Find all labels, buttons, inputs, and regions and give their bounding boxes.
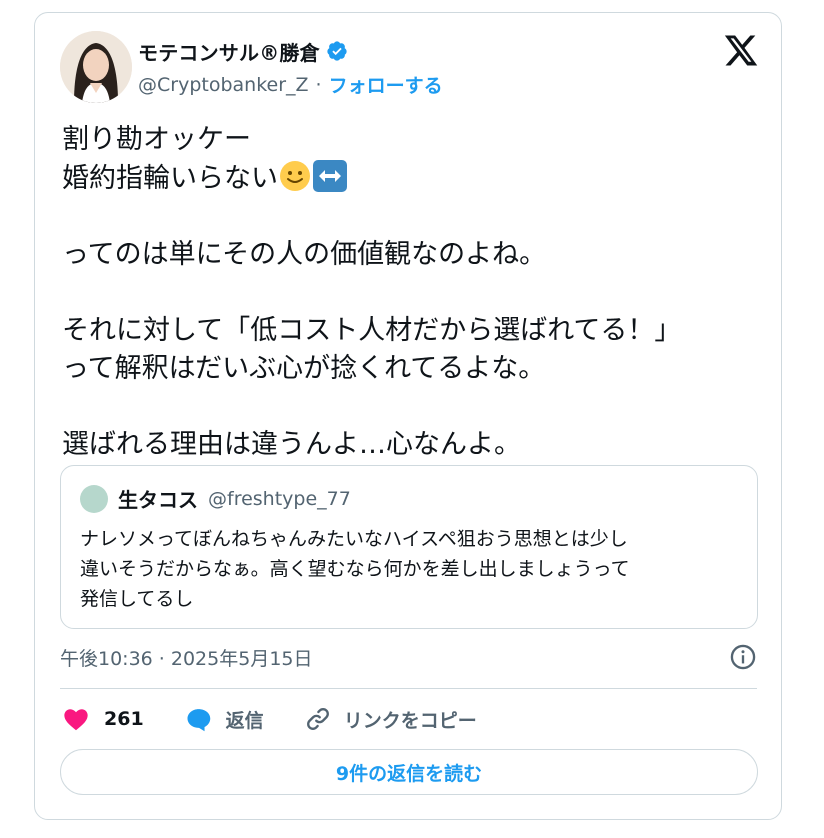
quoted-tweet-text: ナレソメってぼんねちゃんみたいなハイスペ狙おう思想とは少し 違いそうだからなぁ。…: [80, 528, 630, 610]
quoted-tweet-header: 生タコス @freshtype_77: [80, 484, 351, 513]
divider: [60, 688, 757, 689]
tweet-card: モテコンサル®勝倉 @Cryptobanker_Z · フォローする 割り勘オッ…: [34, 12, 782, 820]
copy-link-button[interactable]: リンクをコピー: [304, 705, 477, 733]
x-logo-icon[interactable]: [723, 35, 759, 69]
author-display-name[interactable]: モテコンサル®勝倉: [138, 37, 320, 66]
reply-label: 返信: [225, 709, 264, 732]
tweet-line-5: って解釈はだいぶ心が捻くれてるよな。: [62, 353, 546, 384]
separator-dot: ·: [315, 73, 322, 96]
author-avatar[interactable]: [60, 31, 132, 103]
tweet-line-1: 割り勘オッケー: [62, 124, 251, 155]
heart-icon: [64, 709, 88, 731]
like-button[interactable]: 261: [62, 705, 144, 733]
reply-bubble-icon: [187, 709, 210, 732]
follow-button[interactable]: フォローする: [329, 71, 443, 98]
author-handle[interactable]: @Cryptobanker_Z: [138, 74, 309, 96]
quoted-author-name: 生タコス: [118, 488, 198, 512]
copy-link-label: リンクをコピー: [343, 709, 477, 732]
reply-button[interactable]: 返信: [184, 705, 264, 733]
tweet-line-2: 婚約指輪いらない: [62, 163, 278, 194]
action-bar: 261 返信 リンクをコピー: [62, 705, 477, 733]
quoted-author-avatar: [80, 484, 108, 513]
tweet-text: 割り勘オッケー 婚約指輪いらない ってのは単にその人の価値観なのよね。 それに対…: [62, 121, 762, 464]
like-count: 261: [104, 708, 144, 730]
info-icon[interactable]: [729, 643, 757, 671]
author-name-row: モテコンサル®勝倉: [138, 35, 348, 67]
verified-badge-icon: [327, 41, 347, 61]
read-replies-button[interactable]: 9件の返信を読む: [60, 749, 758, 795]
quoted-tweet[interactable]: 生タコス @freshtype_77 ナレソメってぼんねちゃんみたいなハイスペ狙…: [60, 465, 758, 629]
tweet-line-3: ってのは単にその人の価値観なのよね。: [62, 239, 547, 270]
tweet-line-6: 選ばれる理由は違うんよ…心なんよ。: [62, 429, 521, 460]
tweet-timestamp[interactable]: 午後10:36 · 2025年5月15日: [60, 644, 313, 671]
tweet-line-4: それに対して「低コスト人材だから選ばれてる！」: [62, 315, 682, 346]
slightly-smiling-face-icon: [280, 161, 310, 191]
link-icon: [306, 708, 329, 730]
quoted-author-handle: @freshtype_77: [208, 487, 351, 510]
left-right-arrow-icon: [313, 160, 347, 192]
author-handle-row: @Cryptobanker_Z · フォローする: [138, 71, 443, 98]
